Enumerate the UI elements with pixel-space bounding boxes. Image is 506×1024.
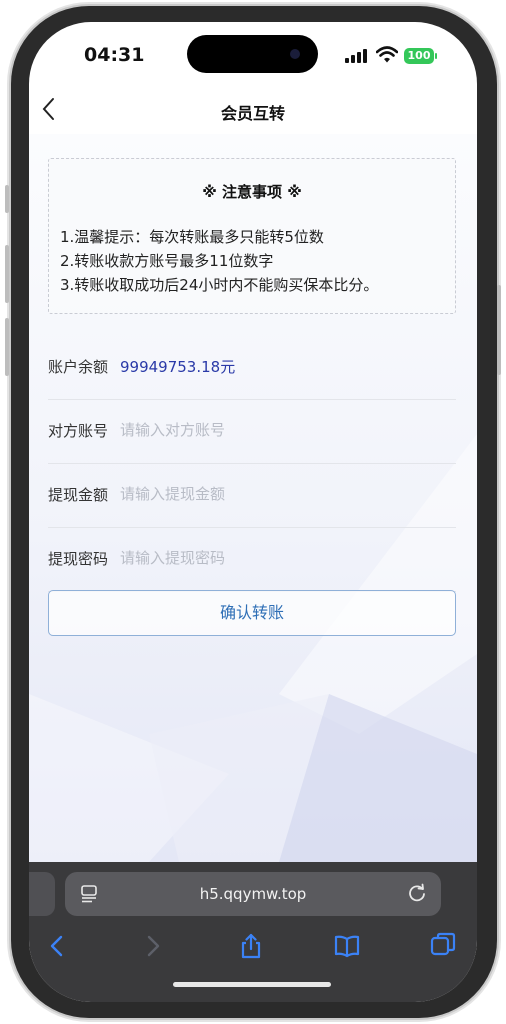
notice-line-3: 3.转账收取成功后24小时内不能购买保本比分。 bbox=[60, 276, 379, 294]
camera-icon bbox=[290, 49, 300, 59]
url-text: h5.qqymw.top bbox=[199, 885, 307, 903]
balance-row: 账户余额 99949753.18元 bbox=[48, 336, 456, 400]
dynamic-island bbox=[187, 35, 318, 73]
amount-row: 提现金额 bbox=[48, 464, 456, 528]
amount-input[interactable] bbox=[118, 478, 442, 510]
page-title: 会员互转 bbox=[220, 104, 285, 123]
notice-line-2: 2.转账收款方账号最多11位数字 bbox=[60, 252, 274, 270]
balance-label: 账户余额 bbox=[48, 358, 109, 376]
account-input[interactable] bbox=[118, 414, 442, 446]
share-icon[interactable] bbox=[237, 932, 265, 960]
volume-down-button bbox=[5, 318, 9, 376]
address-bar[interactable]: h5.qqymw.top bbox=[65, 872, 441, 916]
notice-title: ※ 注意事项 ※ bbox=[202, 183, 302, 201]
previous-tab-preview[interactable] bbox=[29, 872, 55, 916]
battery-icon: 100 bbox=[404, 48, 434, 64]
browser-toolbar: h5.qqymw.top bbox=[29, 862, 477, 1002]
mute-switch bbox=[5, 185, 9, 213]
account-label: 对方账号 bbox=[48, 422, 109, 440]
bookmarks-icon[interactable] bbox=[333, 932, 361, 960]
account-row: 对方账号 bbox=[48, 400, 456, 464]
reload-icon[interactable] bbox=[407, 883, 427, 903]
nav-bar: 会员互转 bbox=[29, 88, 477, 134]
confirm-transfer-button[interactable]: 确认转账 bbox=[48, 590, 456, 636]
notice-line-1: 1.温馨提示：每次转账最多只能转5位数 bbox=[60, 228, 324, 246]
password-input[interactable] bbox=[118, 542, 442, 574]
volume-up-button bbox=[5, 245, 9, 303]
status-time: 04:31 bbox=[84, 44, 145, 66]
main-content: ※ 注意事项 ※ 1.温馨提示：每次转账最多只能转5位数 2.转账收款方账号最多… bbox=[29, 134, 477, 862]
back-arrow-icon[interactable] bbox=[43, 932, 71, 960]
notice-box: ※ 注意事项 ※ 1.温馨提示：每次转账最多只能转5位数 2.转账收款方账号最多… bbox=[48, 158, 456, 314]
forward-arrow-icon[interactable] bbox=[139, 932, 167, 960]
password-row: 提现密码 bbox=[48, 528, 456, 592]
battery-tip bbox=[435, 53, 437, 59]
power-button bbox=[497, 285, 501, 375]
tabs-icon[interactable] bbox=[429, 932, 457, 960]
status-bar: 04:31 100 bbox=[29, 22, 477, 88]
signal-icon bbox=[345, 49, 369, 63]
phone-screen: 04:31 100 会员互转 ※ 注意事项 ※ 1.温馨提示：每次转账最多只能转… bbox=[29, 22, 477, 1002]
balance-value: 99949753.18元 bbox=[120, 358, 236, 376]
home-indicator[interactable] bbox=[173, 982, 331, 987]
amount-label: 提现金额 bbox=[48, 486, 109, 504]
wifi-icon bbox=[376, 46, 398, 63]
password-label: 提现密码 bbox=[48, 550, 109, 568]
